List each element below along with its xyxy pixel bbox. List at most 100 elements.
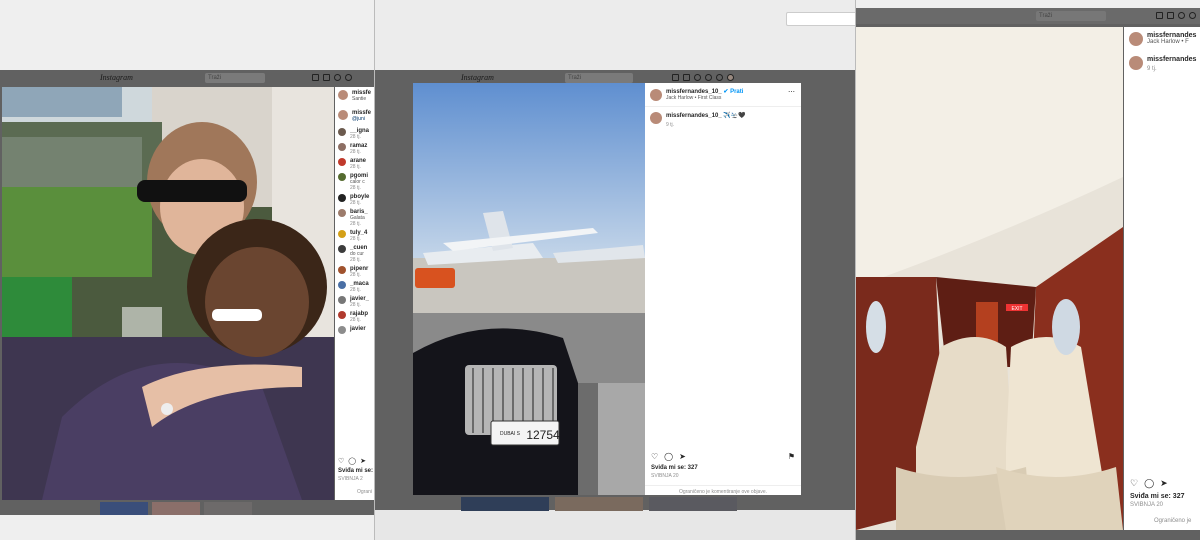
airport-car-image: DUBAI S 12754 bbox=[413, 83, 645, 495]
more-options-icon[interactable]: ⋯ bbox=[788, 88, 795, 96]
search-input[interactable]: Traži bbox=[565, 73, 633, 83]
window-post-couple: Instagram Traži missfe Santie missfe @ju… bbox=[0, 70, 374, 515]
avatar[interactable] bbox=[338, 266, 346, 274]
avatar[interactable] bbox=[338, 230, 346, 238]
bookmark-icon[interactable]: ⚑ bbox=[788, 452, 795, 461]
share-icon[interactable]: ➤ bbox=[1160, 478, 1168, 489]
caption-username[interactable]: missfernandes bbox=[1147, 56, 1196, 63]
nav-icons bbox=[312, 74, 352, 81]
post-side-panel: missfe Santie missfe @juni __igna 28 tj. ram… bbox=[335, 87, 374, 500]
share-icon[interactable]: ➤ bbox=[679, 452, 686, 461]
caption-mention[interactable]: @juni bbox=[352, 116, 371, 122]
post-photo[interactable] bbox=[2, 87, 334, 500]
avatar[interactable] bbox=[338, 281, 346, 289]
grid-thumbnail[interactable] bbox=[204, 502, 252, 515]
avatar[interactable] bbox=[338, 128, 346, 136]
comments-limited-notice: Ograničeno je komentiranje ove objave. bbox=[645, 485, 801, 495]
comment-age: 28 tj. bbox=[350, 317, 361, 323]
comment-age: 28 tj. bbox=[350, 164, 361, 170]
post-photo[interactable]: DUBAI S 12754 bbox=[413, 83, 645, 495]
plate-code: DUBAI S bbox=[500, 431, 521, 437]
comment-age: 28 tj. bbox=[350, 185, 361, 191]
comment-icon[interactable]: ◯ bbox=[1144, 478, 1154, 489]
instagram-logo[interactable]: Instagram bbox=[100, 73, 133, 82]
comment-item: ramaz 28 tj. bbox=[338, 143, 371, 155]
post-side-panel: missfernandes_10_ ✔ Prati Jack Harlow • … bbox=[645, 83, 801, 495]
grid-thumbnail[interactable] bbox=[461, 497, 549, 511]
grid-thumbnails bbox=[100, 502, 252, 515]
home-icon[interactable] bbox=[312, 74, 319, 81]
location-label[interactable]: Santie bbox=[352, 96, 371, 102]
avatar[interactable] bbox=[650, 112, 662, 124]
comment-item: rajabp 28 tj. bbox=[338, 311, 371, 323]
direct-icon[interactable] bbox=[683, 74, 690, 81]
comment-age: 28 tj. bbox=[350, 200, 361, 206]
post-date: SVIBNJA 2 bbox=[338, 476, 363, 482]
avatar[interactable] bbox=[338, 209, 346, 217]
profile-avatar-icon[interactable] bbox=[727, 74, 734, 81]
new-post-icon[interactable] bbox=[694, 74, 701, 81]
window-post-jet-interior: Traži EXIT missfernandes Jack Harlow • F… bbox=[856, 8, 1200, 540]
avatar[interactable] bbox=[338, 173, 346, 181]
avatar[interactable] bbox=[338, 110, 348, 120]
grid-thumbnail[interactable] bbox=[649, 497, 737, 511]
comment-item: pipenr 28 tj. bbox=[338, 266, 371, 278]
new-post-icon[interactable] bbox=[1178, 12, 1185, 19]
avatar[interactable] bbox=[1129, 32, 1143, 46]
avatar[interactable] bbox=[338, 245, 346, 253]
comment-icon[interactable]: ◯ bbox=[664, 452, 673, 461]
search-input[interactable]: Traži bbox=[1036, 11, 1106, 21]
avatar[interactable] bbox=[338, 158, 346, 166]
caption: missfernandes 9 tj. bbox=[1129, 56, 1196, 72]
search-input[interactable]: Traži bbox=[205, 73, 265, 83]
action-icons: ♡ ◯ ➤ bbox=[1130, 478, 1168, 489]
action-icons: ♡ ◯ ➤ bbox=[651, 452, 686, 461]
caption-text: ✈️🛬🖤 bbox=[723, 113, 746, 119]
comment-icon[interactable]: ◯ bbox=[348, 457, 356, 465]
heart-icon[interactable]: ♡ bbox=[651, 452, 658, 461]
heart-icon[interactable]: ♡ bbox=[1130, 478, 1138, 489]
grid-thumbnail[interactable] bbox=[152, 502, 200, 515]
activity-heart-icon[interactable] bbox=[716, 74, 723, 81]
post-header: missfernandes Jack Harlow • F bbox=[1129, 32, 1196, 46]
author-username[interactable]: missfernandes bbox=[1147, 32, 1196, 39]
likes-count[interactable]: Sviđa mi se: bbox=[338, 468, 373, 474]
post-photo[interactable]: EXIT bbox=[856, 27, 1123, 530]
heart-icon[interactable]: ♡ bbox=[338, 457, 344, 465]
explore-icon[interactable] bbox=[345, 74, 352, 81]
likes-count[interactable]: Sviđa mi se: 327 bbox=[1130, 493, 1184, 500]
avatar[interactable] bbox=[338, 326, 346, 334]
direct-icon[interactable] bbox=[323, 74, 330, 81]
comment-item: baris_ Galata 28 tj. bbox=[338, 209, 371, 227]
avatar[interactable] bbox=[338, 143, 346, 151]
instagram-logo[interactable]: Instagram bbox=[461, 73, 494, 82]
address-bar[interactable] bbox=[786, 12, 855, 26]
avatar[interactable] bbox=[338, 296, 346, 304]
direct-icon[interactable] bbox=[1167, 12, 1174, 19]
avatar[interactable] bbox=[338, 90, 348, 100]
explore-icon[interactable] bbox=[705, 74, 712, 81]
follow-button[interactable]: Prati bbox=[730, 89, 743, 95]
song-label[interactable]: Jack Harlow • First Class bbox=[666, 95, 743, 101]
grid-thumbnail[interactable] bbox=[100, 502, 148, 515]
home-icon[interactable] bbox=[1156, 12, 1163, 19]
comment-item: arane 28 tj. bbox=[338, 158, 371, 170]
avatar[interactable] bbox=[338, 311, 346, 319]
likes-count[interactable]: Sviđa mi se: 327 bbox=[651, 465, 698, 471]
caption-username[interactable]: missfernandes_10_ bbox=[666, 113, 722, 119]
post-side-panel: missfernandes Jack Harlow • F missfernand… bbox=[1124, 27, 1200, 530]
share-icon[interactable]: ➤ bbox=[360, 457, 366, 465]
comment-item: pboyle 28 tj. bbox=[338, 194, 371, 206]
home-icon[interactable] bbox=[672, 74, 679, 81]
avatar[interactable] bbox=[338, 194, 346, 202]
comment-username[interactable]: javier bbox=[350, 326, 366, 332]
comment-age: 28 tj. bbox=[350, 272, 361, 278]
avatar[interactable] bbox=[650, 88, 662, 101]
explore-icon[interactable] bbox=[1189, 12, 1196, 19]
avatar[interactable] bbox=[1129, 56, 1143, 70]
window-post-airport: Instagram Traži DUBAI S 12754 missfernan… bbox=[374, 0, 856, 540]
song-label[interactable]: Jack Harlow • F bbox=[1147, 39, 1196, 45]
nav-icons bbox=[1156, 12, 1196, 19]
new-post-icon[interactable] bbox=[334, 74, 341, 81]
grid-thumbnail[interactable] bbox=[555, 497, 643, 511]
